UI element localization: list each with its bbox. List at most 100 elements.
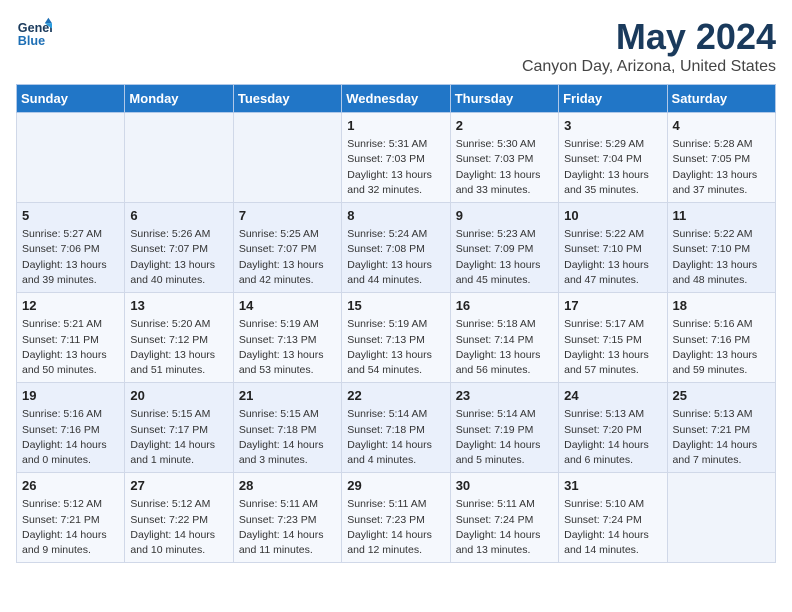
calendar-cell: 21 Sunrise: 5:15 AM Sunset: 7:18 PM Dayli… [233, 383, 341, 473]
day-detail: Sunrise: 5:15 AM Sunset: 7:18 PM Dayligh… [239, 407, 336, 468]
day-number: 24 [564, 387, 661, 405]
day-detail: Sunrise: 5:22 AM Sunset: 7:10 PM Dayligh… [673, 227, 770, 288]
day-number: 16 [456, 297, 553, 315]
calendar-cell: 27 Sunrise: 5:12 AM Sunset: 7:22 PM Dayli… [125, 473, 233, 563]
day-detail: Sunrise: 5:29 AM Sunset: 7:04 PM Dayligh… [564, 137, 661, 198]
day-detail: Sunrise: 5:27 AM Sunset: 7:06 PM Dayligh… [22, 227, 119, 288]
day-number: 15 [347, 297, 444, 315]
day-detail: Sunrise: 5:11 AM Sunset: 7:24 PM Dayligh… [456, 497, 553, 558]
calendar-week-row: 5 Sunrise: 5:27 AM Sunset: 7:06 PM Daylig… [17, 203, 776, 293]
day-header-wednesday: Wednesday [342, 85, 450, 113]
day-header-saturday: Saturday [667, 85, 775, 113]
calendar-cell: 31 Sunrise: 5:10 AM Sunset: 7:24 PM Dayli… [559, 473, 667, 563]
calendar-cell [17, 113, 125, 203]
day-detail: Sunrise: 5:13 AM Sunset: 7:20 PM Dayligh… [564, 407, 661, 468]
calendar-cell: 6 Sunrise: 5:26 AM Sunset: 7:07 PM Daylig… [125, 203, 233, 293]
day-number: 10 [564, 207, 661, 225]
calendar-cell [125, 113, 233, 203]
day-number: 23 [456, 387, 553, 405]
day-detail: Sunrise: 5:24 AM Sunset: 7:08 PM Dayligh… [347, 227, 444, 288]
calendar-cell: 23 Sunrise: 5:14 AM Sunset: 7:19 PM Dayli… [450, 383, 558, 473]
day-detail: Sunrise: 5:17 AM Sunset: 7:15 PM Dayligh… [564, 317, 661, 378]
day-header-tuesday: Tuesday [233, 85, 341, 113]
day-number: 8 [347, 207, 444, 225]
day-detail: Sunrise: 5:28 AM Sunset: 7:05 PM Dayligh… [673, 137, 770, 198]
day-header-friday: Friday [559, 85, 667, 113]
day-detail: Sunrise: 5:15 AM Sunset: 7:17 PM Dayligh… [130, 407, 227, 468]
calendar-cell: 25Sunrise: 5:13 AM Sunset: 7:21 PM Dayli… [667, 383, 775, 473]
calendar-cell: 3 Sunrise: 5:29 AM Sunset: 7:04 PM Daylig… [559, 113, 667, 203]
calendar-cell: 13Sunrise: 5:20 AM Sunset: 7:12 PM Dayli… [125, 293, 233, 383]
calendar-cell: 22 Sunrise: 5:14 AM Sunset: 7:18 PM Dayli… [342, 383, 450, 473]
day-detail: Sunrise: 5:22 AM Sunset: 7:10 PM Dayligh… [564, 227, 661, 288]
day-number: 31 [564, 477, 661, 495]
day-header-monday: Monday [125, 85, 233, 113]
day-detail: Sunrise: 5:14 AM Sunset: 7:18 PM Dayligh… [347, 407, 444, 468]
day-number: 13 [130, 297, 227, 315]
calendar-cell: 24 Sunrise: 5:13 AM Sunset: 7:20 PM Dayli… [559, 383, 667, 473]
day-number: 11 [673, 207, 770, 225]
calendar-cell: 28 Sunrise: 5:11 AM Sunset: 7:23 PM Dayli… [233, 473, 341, 563]
calendar-cell: 20 Sunrise: 5:15 AM Sunset: 7:17 PM Dayli… [125, 383, 233, 473]
day-number: 3 [564, 117, 661, 135]
day-detail: Sunrise: 5:19 AM Sunset: 7:13 PM Dayligh… [347, 317, 444, 378]
calendar-cell: 1Sunrise: 5:31 AM Sunset: 7:03 PM Daylig… [342, 113, 450, 203]
calendar-cell: 26Sunrise: 5:12 AM Sunset: 7:21 PM Dayli… [17, 473, 125, 563]
day-number: 27 [130, 477, 227, 495]
calendar-cell: 12Sunrise: 5:21 AM Sunset: 7:11 PM Dayli… [17, 293, 125, 383]
logo-icon: General Blue [16, 16, 52, 52]
day-number: 30 [456, 477, 553, 495]
day-number: 17 [564, 297, 661, 315]
day-detail: Sunrise: 5:18 AM Sunset: 7:14 PM Dayligh… [456, 317, 553, 378]
day-number: 18 [673, 297, 770, 315]
day-number: 20 [130, 387, 227, 405]
calendar-week-row: 1Sunrise: 5:31 AM Sunset: 7:03 PM Daylig… [17, 113, 776, 203]
title-block: May 2024 Canyon Day, Arizona, United Sta… [522, 16, 776, 76]
day-number: 28 [239, 477, 336, 495]
day-header-thursday: Thursday [450, 85, 558, 113]
calendar-cell: 17 Sunrise: 5:17 AM Sunset: 7:15 PM Dayli… [559, 293, 667, 383]
calendar-header-row: SundayMondayTuesdayWednesdayThursdayFrid… [17, 85, 776, 113]
day-number: 2 [456, 117, 553, 135]
calendar-cell: 29 Sunrise: 5:11 AM Sunset: 7:23 PM Dayli… [342, 473, 450, 563]
day-number: 4 [673, 117, 770, 135]
day-number: 14 [239, 297, 336, 315]
day-number: 22 [347, 387, 444, 405]
calendar-table: SundayMondayTuesdayWednesdayThursdayFrid… [16, 84, 776, 563]
calendar-cell: 30 Sunrise: 5:11 AM Sunset: 7:24 PM Dayli… [450, 473, 558, 563]
day-number: 19 [22, 387, 119, 405]
day-detail: Sunrise: 5:14 AM Sunset: 7:19 PM Dayligh… [456, 407, 553, 468]
day-detail: Sunrise: 5:11 AM Sunset: 7:23 PM Dayligh… [347, 497, 444, 558]
day-detail: Sunrise: 5:10 AM Sunset: 7:24 PM Dayligh… [564, 497, 661, 558]
page-header: General Blue May 2024 Canyon Day, Arizon… [16, 16, 776, 76]
calendar-cell: 10 Sunrise: 5:22 AM Sunset: 7:10 PM Dayli… [559, 203, 667, 293]
calendar-week-row: 12Sunrise: 5:21 AM Sunset: 7:11 PM Dayli… [17, 293, 776, 383]
calendar-cell: 18 Sunrise: 5:16 AM Sunset: 7:16 PM Dayli… [667, 293, 775, 383]
day-number: 5 [22, 207, 119, 225]
day-number: 26 [22, 477, 119, 495]
day-number: 29 [347, 477, 444, 495]
day-detail: Sunrise: 5:16 AM Sunset: 7:16 PM Dayligh… [22, 407, 119, 468]
calendar-cell [667, 473, 775, 563]
day-detail: Sunrise: 5:30 AM Sunset: 7:03 PM Dayligh… [456, 137, 553, 198]
day-detail: Sunrise: 5:11 AM Sunset: 7:23 PM Dayligh… [239, 497, 336, 558]
calendar-cell: 15 Sunrise: 5:19 AM Sunset: 7:13 PM Dayli… [342, 293, 450, 383]
day-number: 21 [239, 387, 336, 405]
calendar-cell: 11 Sunrise: 5:22 AM Sunset: 7:10 PM Dayli… [667, 203, 775, 293]
day-detail: Sunrise: 5:23 AM Sunset: 7:09 PM Dayligh… [456, 227, 553, 288]
day-number: 25 [673, 387, 770, 405]
day-number: 6 [130, 207, 227, 225]
calendar-cell: 16 Sunrise: 5:18 AM Sunset: 7:14 PM Dayli… [450, 293, 558, 383]
calendar-cell: 19 Sunrise: 5:16 AM Sunset: 7:16 PM Dayli… [17, 383, 125, 473]
day-number: 1 [347, 117, 444, 135]
calendar-cell [233, 113, 341, 203]
calendar-cell: 9Sunrise: 5:23 AM Sunset: 7:09 PM Daylig… [450, 203, 558, 293]
day-detail: Sunrise: 5:26 AM Sunset: 7:07 PM Dayligh… [130, 227, 227, 288]
calendar-cell: 14 Sunrise: 5:19 AM Sunset: 7:13 PM Dayli… [233, 293, 341, 383]
day-number: 7 [239, 207, 336, 225]
day-detail: Sunrise: 5:12 AM Sunset: 7:22 PM Dayligh… [130, 497, 227, 558]
day-detail: Sunrise: 5:19 AM Sunset: 7:13 PM Dayligh… [239, 317, 336, 378]
page-title: May 2024 [522, 16, 776, 58]
day-detail: Sunrise: 5:16 AM Sunset: 7:16 PM Dayligh… [673, 317, 770, 378]
calendar-cell: 8 Sunrise: 5:24 AM Sunset: 7:08 PM Daylig… [342, 203, 450, 293]
